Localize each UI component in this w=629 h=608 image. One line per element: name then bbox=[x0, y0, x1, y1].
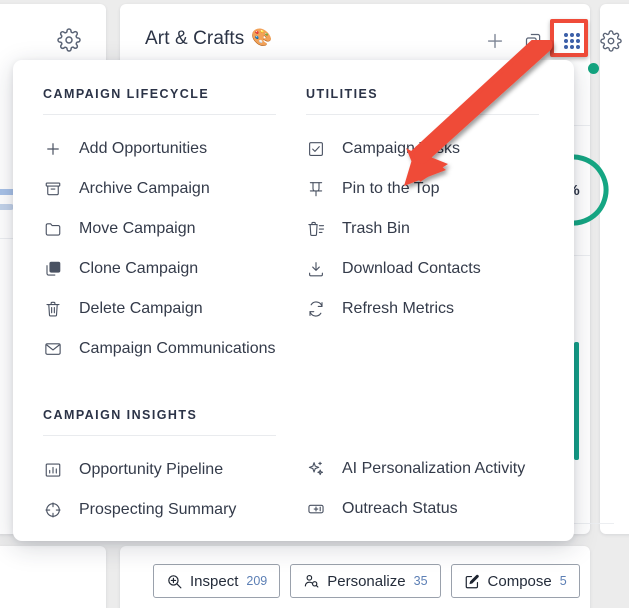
menu-item-campaign-tasks[interactable]: Campaign Tasks bbox=[306, 129, 539, 169]
menu-section-campaign-insights: Campaign Insights Opportunity Pipeline bbox=[43, 408, 276, 530]
menu-item-pin-to-the-top[interactable]: Pin to the Top bbox=[306, 169, 539, 209]
menu-item-clone-campaign[interactable]: Clone Campaign bbox=[43, 249, 276, 289]
status-dot bbox=[588, 63, 599, 74]
menu-item-label: Add Opportunities bbox=[79, 140, 208, 157]
gear-icon[interactable] bbox=[57, 28, 83, 54]
campaign-actions-menu: Campaign Lifecycle Add Opportunities bbox=[13, 60, 574, 541]
section-divider bbox=[43, 435, 276, 436]
user-edit-icon bbox=[303, 573, 320, 590]
menu-item-opportunity-pipeline[interactable]: Opportunity Pipeline bbox=[43, 450, 276, 490]
inspect-button[interactable]: Inspect 209 bbox=[153, 564, 281, 598]
menu-item-label: Outreach Status bbox=[342, 500, 458, 517]
pin-icon bbox=[306, 180, 325, 199]
envelope-icon bbox=[43, 340, 62, 359]
menu-item-add-opportunities[interactable]: Add Opportunities bbox=[43, 129, 276, 169]
menu-item-campaign-communications[interactable]: Campaign Communications bbox=[43, 329, 276, 369]
menu-item-label: Refresh Metrics bbox=[342, 300, 455, 317]
section-divider bbox=[306, 114, 539, 115]
menu-item-archive-campaign[interactable]: Archive Campaign bbox=[43, 169, 276, 209]
menu-item-label: Move Campaign bbox=[79, 220, 196, 237]
section-title: Campaign Insights bbox=[43, 408, 198, 422]
plus-icon bbox=[43, 140, 62, 159]
menu-item-label: Download Contacts bbox=[342, 260, 481, 277]
divider bbox=[574, 523, 614, 524]
skeleton-bar bbox=[0, 204, 14, 210]
menu-item-label: Delete Campaign bbox=[79, 300, 203, 317]
compose-button[interactable]: Compose 5 bbox=[450, 564, 580, 598]
inspect-count: 209 bbox=[246, 574, 268, 588]
menu-section-campaign-lifecycle: Campaign Lifecycle Add Opportunities bbox=[43, 87, 276, 369]
menu-item-label: Campaign Tasks bbox=[342, 140, 460, 157]
menu-item-trash-bin[interactable]: Trash Bin bbox=[306, 209, 539, 249]
menu-item-label: Trash Bin bbox=[342, 220, 410, 237]
section-title: Utilities bbox=[306, 87, 379, 101]
compose-label: Compose bbox=[487, 572, 552, 590]
refresh-icon bbox=[306, 300, 325, 319]
sparkle-icon bbox=[306, 460, 325, 479]
personalize-button[interactable]: Personalize 35 bbox=[290, 564, 441, 598]
grid-apps-icon[interactable] bbox=[550, 19, 588, 57]
menu-item-label: Opportunity Pipeline bbox=[79, 461, 224, 478]
clone-icon bbox=[43, 260, 62, 279]
palette-emoji-icon: 🎨 bbox=[251, 28, 273, 47]
page-title-text: Art & Crafts bbox=[145, 28, 245, 49]
menu-item-download-contacts[interactable]: Download Contacts bbox=[306, 249, 539, 289]
menu-section-campaign-insights-right: AI Personalization Activity Outreach Sta… bbox=[306, 449, 556, 529]
menu-section-utilities: Utilities Campaign Tasks bbox=[306, 87, 539, 329]
trash-icon bbox=[43, 300, 62, 319]
megaphone-icon bbox=[306, 500, 325, 519]
target-icon bbox=[43, 501, 62, 520]
menu-item-label: Campaign Communications bbox=[79, 340, 276, 357]
menu-item-outreach-status[interactable]: Outreach Status bbox=[306, 489, 556, 529]
left-panel-card-lower bbox=[0, 546, 106, 608]
app-root: Art & Crafts 🎨 Inspect 209 Personalize 3… bbox=[0, 0, 629, 608]
grid-dots bbox=[564, 33, 580, 49]
trash-list-icon bbox=[306, 220, 325, 239]
personalize-count: 35 bbox=[413, 574, 428, 588]
menu-item-label: AI Personalization Activity bbox=[342, 460, 526, 477]
menu-item-label: Pin to the Top bbox=[342, 180, 440, 197]
accent-bar bbox=[574, 342, 579, 460]
menu-item-refresh-metrics[interactable]: Refresh Metrics bbox=[306, 289, 539, 329]
menu-item-move-campaign[interactable]: Move Campaign bbox=[43, 209, 276, 249]
menu-item-label: Archive Campaign bbox=[79, 180, 210, 197]
copy-icon[interactable] bbox=[521, 29, 545, 53]
action-toolbar: Inspect 209 Personalize 35 Compose 5 bbox=[120, 546, 590, 608]
personalize-label: Personalize bbox=[327, 572, 406, 590]
page-title: Art & Crafts 🎨 bbox=[145, 28, 273, 50]
compose-icon bbox=[464, 573, 481, 590]
checkbox-icon bbox=[306, 140, 325, 159]
section-divider bbox=[43, 114, 276, 115]
right-panel-card bbox=[600, 4, 629, 534]
inspect-label: Inspect bbox=[190, 572, 239, 590]
menu-item-label: Clone Campaign bbox=[79, 260, 199, 277]
add-icon[interactable] bbox=[483, 29, 507, 53]
bar-chart-icon bbox=[43, 461, 62, 480]
section-title: Campaign Lifecycle bbox=[43, 87, 210, 101]
zoom-in-icon bbox=[166, 573, 183, 590]
archive-icon bbox=[43, 180, 62, 199]
download-icon bbox=[306, 260, 325, 279]
settings-gear-icon[interactable] bbox=[599, 29, 623, 53]
folder-icon bbox=[43, 220, 62, 239]
header-actions bbox=[483, 19, 623, 57]
menu-item-prospecting-summary[interactable]: Prospecting Summary bbox=[43, 490, 276, 530]
menu-item-ai-personalization-activity[interactable]: AI Personalization Activity bbox=[306, 449, 556, 489]
menu-item-delete-campaign[interactable]: Delete Campaign bbox=[43, 289, 276, 329]
compose-count: 5 bbox=[559, 574, 567, 588]
menu-item-label: Prospecting Summary bbox=[79, 501, 237, 518]
